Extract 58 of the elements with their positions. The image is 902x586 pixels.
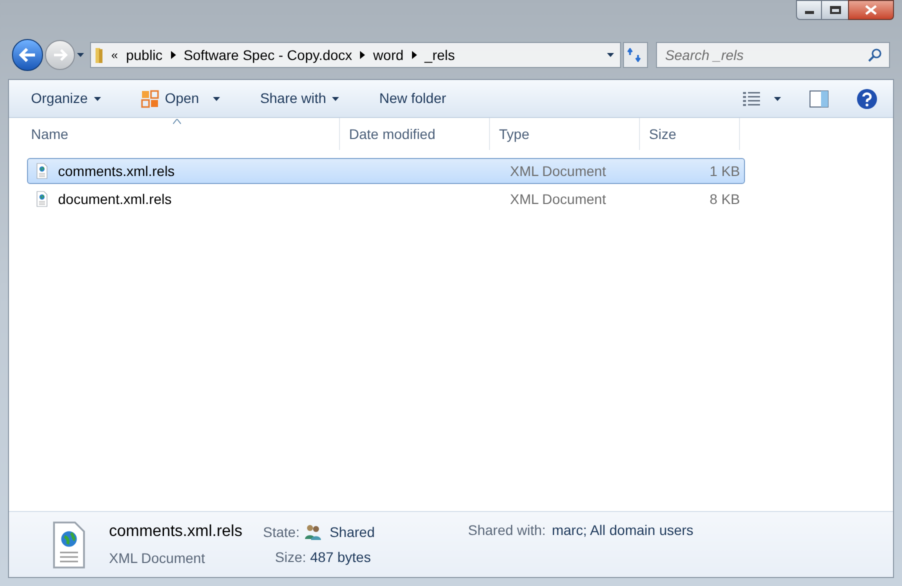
details-view-icon <box>742 90 762 106</box>
breadcrumb[interactable]: public <box>126 44 163 66</box>
breadcrumb[interactable]: word <box>373 44 404 66</box>
file-size: 8 KB <box>710 190 740 208</box>
toolbar-button[interactable]: Organize <box>21 84 111 114</box>
back-arrow-icon <box>18 48 37 62</box>
column-header[interactable]: Size <box>640 118 740 150</box>
file-row[interactable]: comments.xml.rels XML Document 1 KB <box>27 158 745 184</box>
detail-value: 487 bytes <box>310 548 371 567</box>
toolbar-button[interactable]: Share with <box>250 84 350 114</box>
pane-icon <box>809 90 829 108</box>
detail-file-type: XML Document <box>109 549 206 568</box>
refresh-button[interactable] <box>622 42 648 68</box>
file-type: XML Document <box>510 190 606 206</box>
breadcrumb[interactable]: _rels <box>424 44 455 66</box>
file-name: comments.xml.rels <box>58 162 175 180</box>
toolbar-button[interactable]: New folder <box>369 84 456 114</box>
chevron-icon <box>170 51 176 59</box>
close-button[interactable] <box>848 0 894 20</box>
detail-label: Size: <box>275 548 306 566</box>
detail-label: State: <box>263 522 300 542</box>
users-icon <box>304 524 322 540</box>
minimize-button[interactable] <box>796 0 822 20</box>
caret-icon <box>607 53 614 57</box>
breadcrumb-overflow[interactable]: « <box>111 46 118 64</box>
chevron-icon <box>412 51 417 59</box>
caret-icon <box>774 96 781 100</box>
column-header[interactable]: Type <box>490 118 640 150</box>
close-icon <box>865 5 877 15</box>
detail-file-name: comments.xml.rels <box>109 522 244 542</box>
maximize-button[interactable] <box>822 0 848 20</box>
breadcrumb[interactable]: Software Spec - Copy.docx <box>184 44 352 66</box>
column-header[interactable]: Name <box>22 118 340 150</box>
detail-value: Shared <box>330 522 375 542</box>
search-field[interactable]: Search _rels <box>656 42 890 68</box>
chevron-icon <box>360 51 366 59</box>
caret-icon <box>332 96 340 100</box>
folder-icon <box>95 48 104 62</box>
xml-file-icon <box>34 163 50 179</box>
help-icon <box>856 88 878 110</box>
caret-icon <box>76 53 84 57</box>
refresh-icon <box>627 48 644 62</box>
forward-arrow-icon <box>52 49 68 61</box>
detail-label: Shared with: <box>468 521 546 540</box>
caret-icon <box>94 96 101 100</box>
file-size: 1 KB <box>710 162 740 180</box>
detail-value: marc; All domain users <box>552 521 694 540</box>
file-type: XML Document <box>510 162 606 178</box>
file-row[interactable]: document.xml.rels XML Document 8 KB <box>27 186 745 212</box>
toolbar-button[interactable]: Open <box>130 84 230 114</box>
xml-file-icon <box>34 191 50 207</box>
column-header[interactable]: Date modified <box>340 118 490 150</box>
address-bar[interactable]: « public Software Spec - Copy.docx word _rels <box>90 42 621 68</box>
open-icon <box>140 90 159 108</box>
search-icon <box>868 48 882 62</box>
back-button[interactable] <box>12 39 44 71</box>
caret-icon <box>213 96 220 100</box>
file-name: document.xml.rels <box>58 190 172 208</box>
